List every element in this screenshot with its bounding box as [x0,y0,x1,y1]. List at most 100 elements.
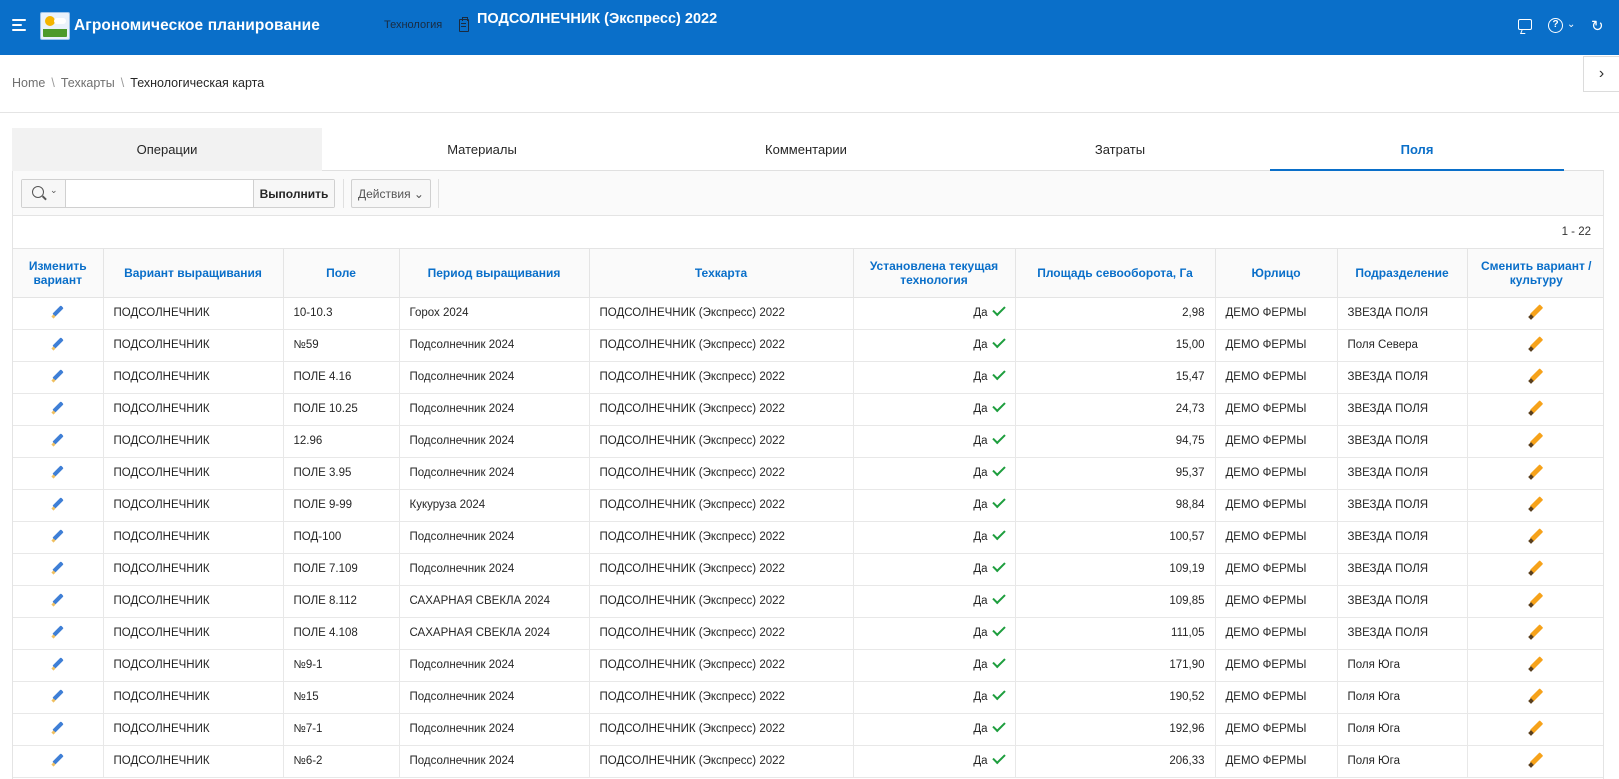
techcard-cell: ПОДСОЛНЕЧНИК (Экспресс) 2022 [589,553,854,586]
pencil-icon[interactable] [1528,336,1544,352]
area-cell: 98,84 [1015,489,1216,522]
app-title[interactable]: Агрономическое планирование [74,17,320,35]
col-edit-variant[interactable]: Изменить вариант [13,249,104,298]
current-tech-cell: Да [853,713,1016,746]
pencil-icon[interactable] [1528,432,1544,448]
area-cell: 94,75 [1015,425,1216,458]
current-tech-cell: Да [853,489,1016,522]
col-field[interactable]: Поле [283,249,400,298]
techcard-cell: ПОДСОЛНЕЧНИК (Экспресс) 2022 [589,681,854,714]
entity-cell: ДЕМО ФЕРМЫ [1215,425,1338,458]
pencil-icon[interactable] [1528,368,1544,384]
table-row: ПОДСОЛНЕЧНИК ПОЛЕ 4.108 САХАРНАЯ СВЕКЛА 20… [13,617,1603,650]
pencil-icon[interactable] [51,497,65,511]
pencil-icon[interactable] [1528,400,1544,416]
division-cell: ЗВЕЗДА ПОЛЯ [1337,425,1468,458]
pencil-icon[interactable] [51,465,65,479]
col-area[interactable]: Площадь севооборота, Га [1015,249,1216,298]
tab-operations[interactable]: Операции [12,128,322,171]
pencil-icon[interactable] [1528,528,1544,544]
checkmark-icon [991,686,1006,701]
pencil-icon[interactable] [51,689,65,703]
col-entity[interactable]: Юрлицо [1215,249,1338,298]
pencil-icon[interactable] [51,305,65,319]
tab-fields[interactable]: Поля [1270,128,1564,171]
pencil-icon[interactable] [1528,496,1544,512]
variant-cell: ПОДСОЛНЕЧНИК [103,425,284,458]
pencil-icon[interactable] [51,401,65,415]
period-cell: САХАРНАЯ СВЕКЛА 2024 [399,617,590,650]
tab-costs[interactable]: Затраты [970,128,1270,171]
current-tech-value: Да [973,307,988,319]
actions-button[interactable]: Действия ⌄ [351,179,431,208]
field-cell: ПОД-100 [283,521,400,554]
pencil-icon[interactable] [1528,464,1544,480]
col-variant[interactable]: Вариант выращивания [103,249,284,298]
app-logo[interactable] [40,12,70,40]
techcard-cell: ПОДСОЛНЕЧНИК (Экспресс) 2022 [589,745,854,778]
pencil-icon[interactable] [51,433,65,447]
tab-materials[interactable]: Материалы [322,128,642,171]
variant-cell: ПОДСОЛНЕЧНИК [103,489,284,522]
edit-variant-cell [13,553,104,586]
pencil-icon[interactable] [51,337,65,351]
pencil-icon[interactable] [1528,752,1544,768]
col-techcard[interactable]: Техкарта [589,249,854,298]
division-cell: ЗВЕЗДА ПОЛЯ [1337,297,1468,330]
pencil-icon[interactable] [1528,720,1544,736]
pencil-icon[interactable] [51,561,65,575]
checkmark-icon [991,462,1006,477]
chevron-down-icon: ⌄ [50,185,58,195]
pencil-icon[interactable] [1528,592,1544,608]
current-tech-cell: Да [853,361,1016,394]
chat-icon[interactable] [1518,19,1532,30]
pencil-icon[interactable] [1528,656,1544,672]
techcard-cell: ПОДСОЛНЕЧНИК (Экспресс) 2022 [589,457,854,490]
table-row: ПОДСОЛНЕЧНИК 10-10.3 Горох 2024 ПОДСОЛНЕЧНИ… [13,297,1603,330]
fields-table: Изменить вариант Вариант выращивания Пол… [13,249,1603,778]
pencil-icon[interactable] [1528,688,1544,704]
pencil-icon[interactable] [51,657,65,671]
area-cell: 192,96 [1015,713,1216,746]
tab-comments[interactable]: Комментарии [642,128,970,171]
area-cell: 24,73 [1015,393,1216,426]
pencil-icon[interactable] [51,721,65,735]
area-cell: 15,00 [1015,329,1216,362]
pencil-icon[interactable] [1528,304,1544,320]
search-column-selector[interactable]: ⌄ [22,180,66,207]
col-change-variant[interactable]: Сменить вариант /культуру [1467,249,1603,298]
col-division[interactable]: Подразделение [1337,249,1468,298]
chevron-right-icon[interactable]: › [1583,56,1619,92]
col-period[interactable]: Период выращивания [399,249,590,298]
help-icon[interactable]: ? [1548,18,1563,33]
table-row: ПОДСОЛНЕЧНИК 12.96 Подсолнечник 2024 ПОДСОЛ… [13,425,1603,458]
search-icon [32,186,44,198]
area-cell: 190,52 [1015,681,1216,714]
entity-cell: ДЕМО ФЕРМЫ [1215,713,1338,746]
col-current-tech[interactable]: Установлена текущая технология [853,249,1016,298]
field-cell: 10-10.3 [283,297,400,330]
pencil-icon[interactable] [51,753,65,767]
pencil-icon[interactable] [51,529,65,543]
chevron-down-icon[interactable]: ⌄ [1567,19,1575,30]
breadcrumb-home[interactable]: Home [12,76,45,90]
search-input[interactable] [66,180,253,207]
pencil-icon[interactable] [51,369,65,383]
pencil-icon[interactable] [51,593,65,607]
entity-cell: ДЕМО ФЕРМЫ [1215,649,1338,682]
chevron-down-icon: ⌄ [413,186,424,201]
entity-cell: ДЕМО ФЕРМЫ [1215,297,1338,330]
checkmark-icon [991,622,1006,637]
pencil-icon[interactable] [51,625,65,639]
pencil-icon[interactable] [1528,624,1544,640]
menu-icon[interactable] [12,19,26,31]
field-cell: №15 [283,681,400,714]
run-button[interactable]: Выполнить [253,180,334,207]
pencil-icon[interactable] [1528,560,1544,576]
checkmark-icon [991,750,1006,765]
actions-label: Действия [358,186,411,201]
refresh-icon[interactable]: ↻ [1591,17,1604,35]
techcard-cell: ПОДСОЛНЕЧНИК (Экспресс) 2022 [589,393,854,426]
breadcrumb-techcards[interactable]: Техкарты [61,76,115,90]
edit-variant-cell [13,457,104,490]
